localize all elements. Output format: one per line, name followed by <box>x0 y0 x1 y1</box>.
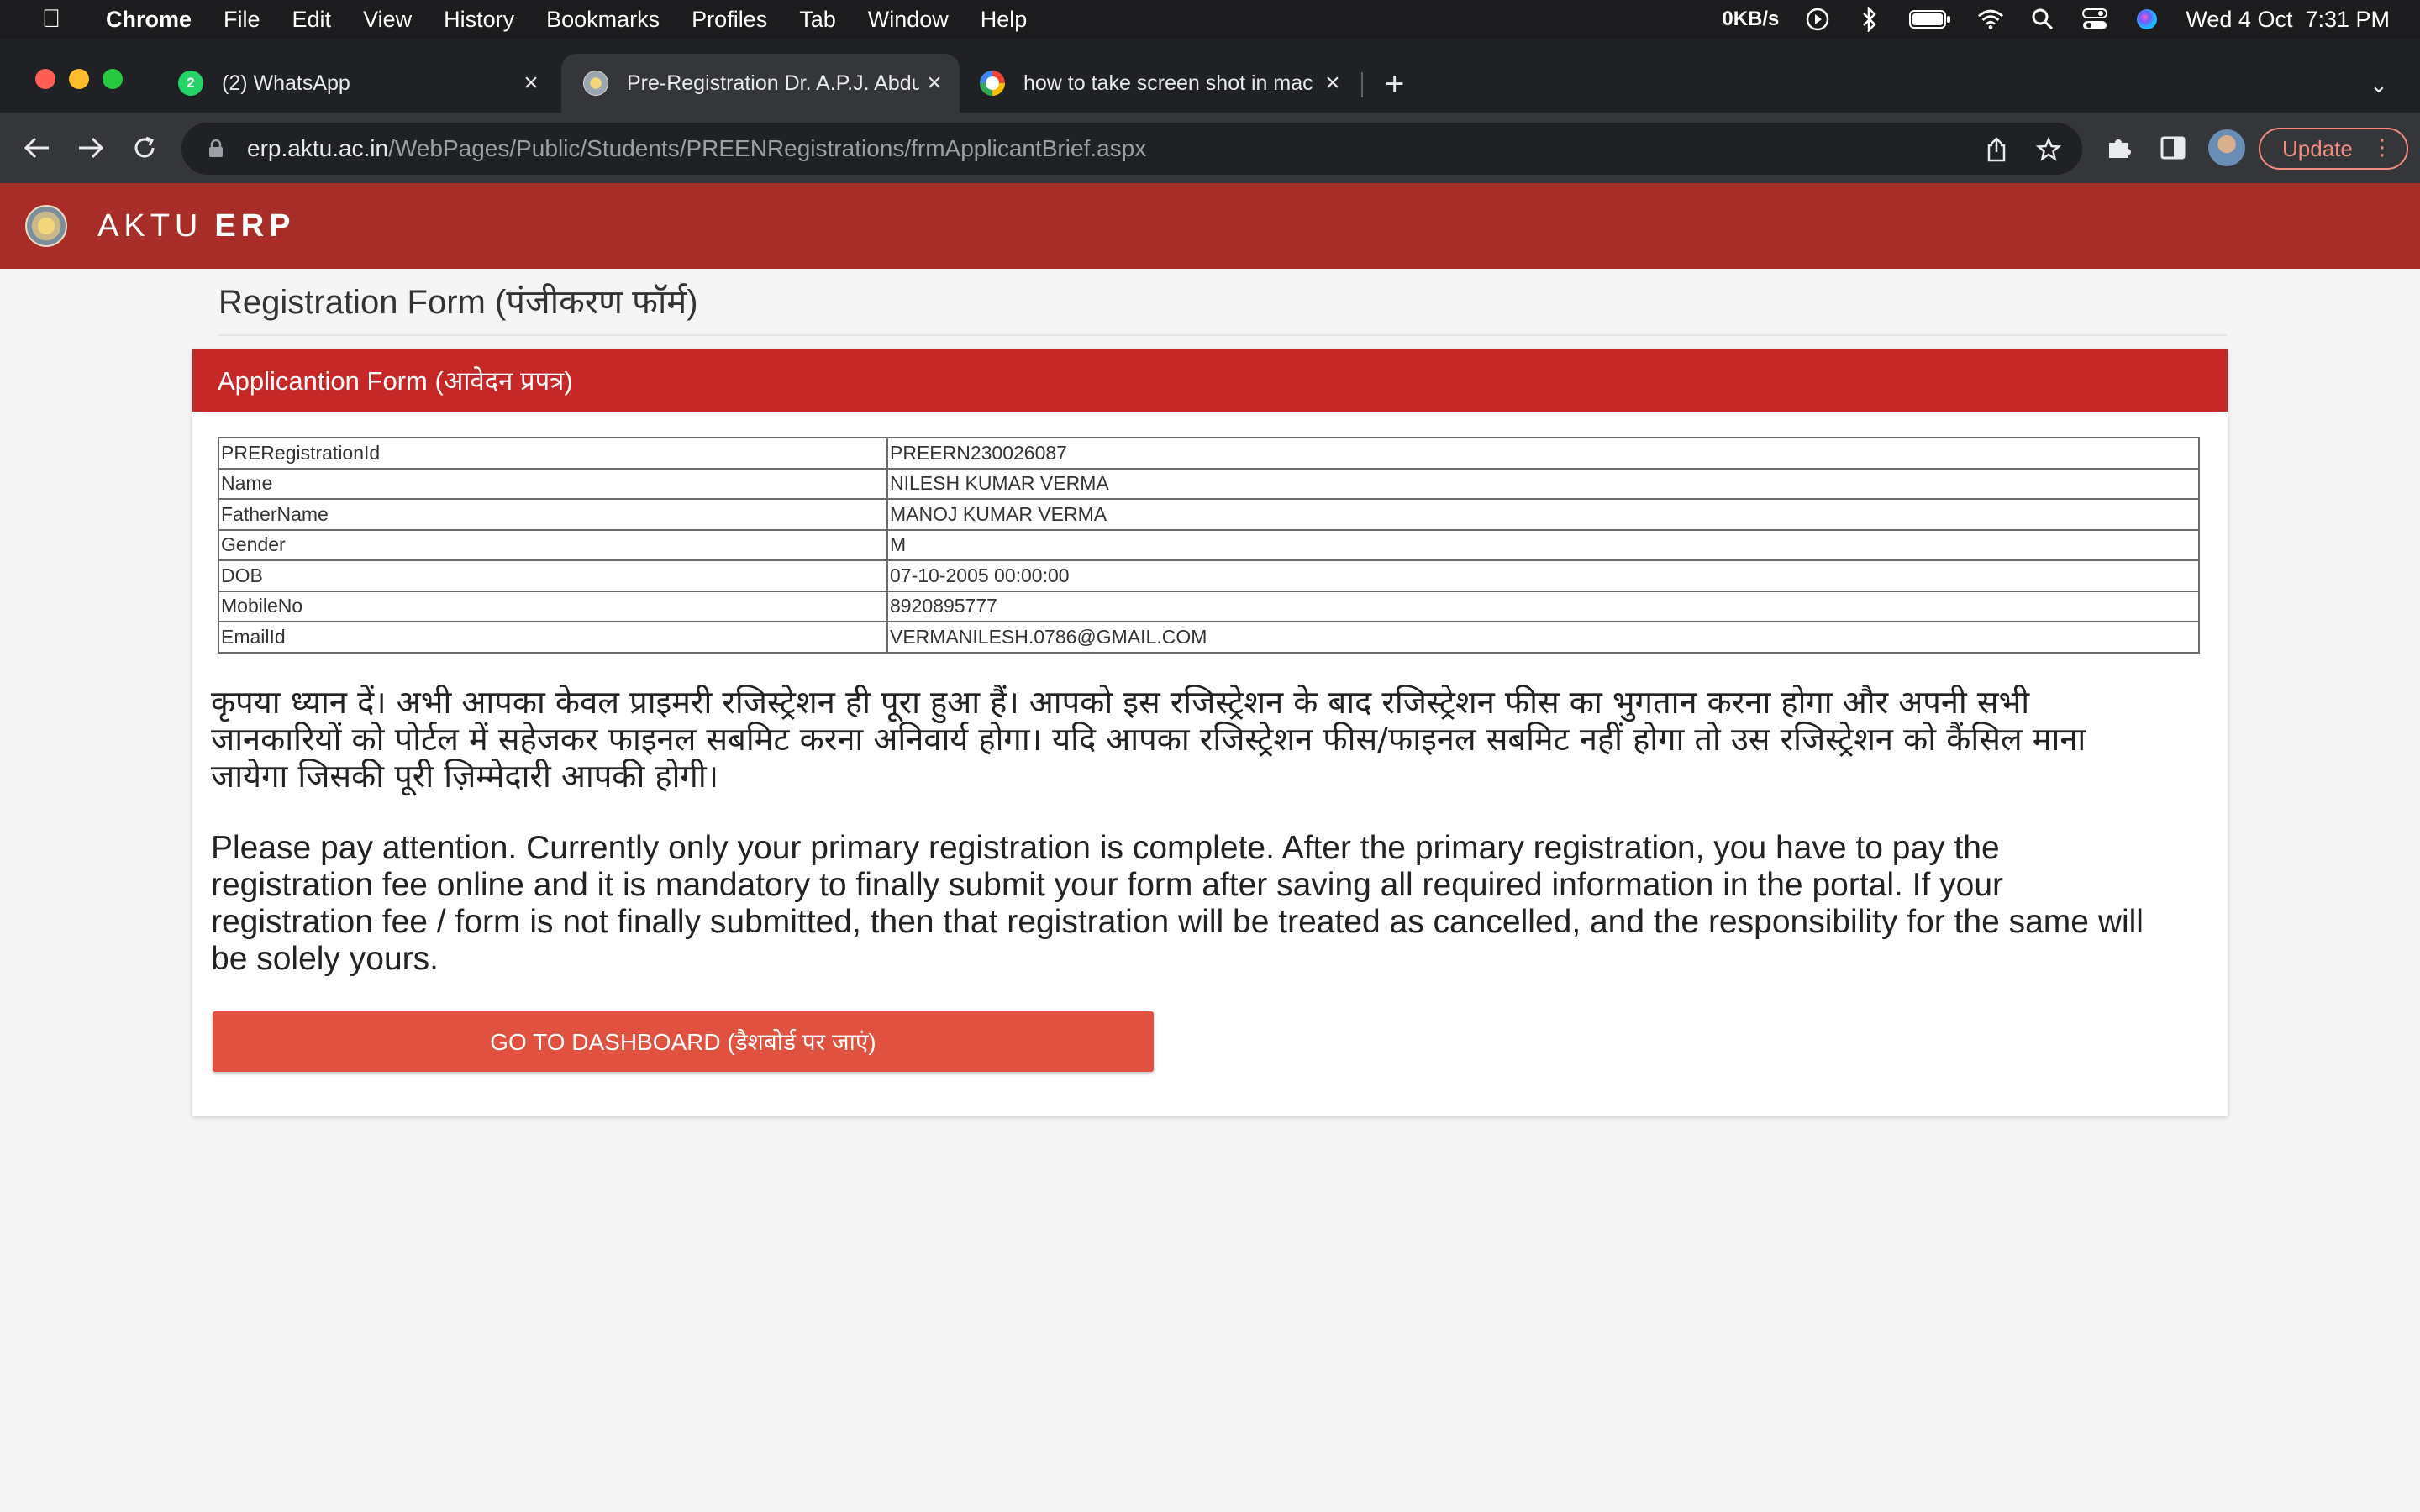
macos-menubar:  Chrome File Edit View History Bookmark… <box>0 0 2420 39</box>
window-minimize-button[interactable] <box>69 69 89 89</box>
table-row: PRERegistrationId PREERN230026087 <box>218 437 2200 470</box>
menu-window[interactable]: Window <box>868 7 949 33</box>
dashboard-button-label: GO TO DASHBOARD (डैशबोर्ड पर जाएं) <box>490 1029 876 1055</box>
lock-icon[interactable] <box>203 136 229 161</box>
notice-hindi: कृपया ध्यान दें। अभी आपका केवल प्राइमरी … <box>211 684 2086 795</box>
window-close-button[interactable] <box>35 69 55 89</box>
profile-avatar[interactable] <box>2208 129 2245 166</box>
update-button[interactable]: Update ⋮ <box>2259 128 2408 170</box>
status-area: 0KB/s Wed 4 Oct 7:31 PM <box>1722 0 2390 39</box>
notice-english: Please pay attention. Currently only you… <box>211 830 2144 977</box>
share-icon[interactable] <box>1983 136 2010 163</box>
aktu-logo[interactable] <box>25 205 67 247</box>
brand-name[interactable]: AKTU ERP <box>97 208 296 244</box>
table-row: Name NILESH KUMAR VERMA <box>218 467 2200 500</box>
field-label: EmailId <box>218 621 888 654</box>
tab-title: (2) WhatsApp <box>222 71 350 95</box>
brand-text: AKTU <box>97 207 203 244</box>
table-row: FatherName MANOJ KUMAR VERMA <box>218 498 2200 531</box>
google-icon <box>980 71 1005 96</box>
aktu-logo-icon <box>583 71 608 96</box>
menu-edit[interactable]: Edit <box>292 7 332 33</box>
field-label: DOB <box>218 559 888 592</box>
tab-close-icon[interactable]: × <box>516 69 546 97</box>
field-label: PRERegistrationId <box>218 437 888 470</box>
reload-icon[interactable] <box>126 129 163 166</box>
extensions-puzzle-icon[interactable] <box>2104 133 2134 163</box>
siri-icon[interactable] <box>2133 6 2160 33</box>
menu-profiles[interactable]: Profiles <box>692 7 767 33</box>
browser-tab-strip: 2 (2) WhatsApp × Pre-Registration Dr. A.… <box>0 39 2420 113</box>
brand-text-bold: ERP <box>214 207 296 244</box>
tab-close-icon[interactable]: × <box>919 69 950 97</box>
spotlight-search-icon[interactable] <box>2029 6 2056 33</box>
field-value: 07-10-2005 00:00:00 <box>886 559 2200 592</box>
field-value: MANOJ KUMAR VERMA <box>886 498 2200 531</box>
forward-arrow-icon[interactable] <box>72 129 109 166</box>
menu-bookmarks[interactable]: Bookmarks <box>546 7 660 33</box>
bluetooth-icon[interactable] <box>1856 6 1883 33</box>
tab-whatsapp[interactable]: 2 (2) WhatsApp × <box>156 54 556 113</box>
field-label: MobileNo <box>218 590 888 622</box>
browser-toolbar: erp.aktu.ac.in/WebPages/Public/Students/… <box>0 113 2420 183</box>
menu-help[interactable]: Help <box>981 7 1028 33</box>
update-label: Update <box>2282 135 2353 161</box>
tab-title: Pre-Registration Dr. A.P.J. Abdul <box>627 71 919 95</box>
address-bar[interactable]: erp.aktu.ac.in/WebPages/Public/Students/… <box>182 123 2082 175</box>
field-value: VERMANILESH.0786@GMAIL.COM <box>886 621 2200 654</box>
card-header: Applicantion Form (आवेदन प्रपत्र) <box>192 349 2228 412</box>
back-arrow-icon[interactable] <box>18 129 55 166</box>
aktu-erp-header: AKTU ERP <box>0 183 2420 269</box>
tab-badge: 2 <box>187 75 195 91</box>
go-to-dashboard-button[interactable]: GO TO DASHBOARD (डैशबोर्ड पर जाएं) <box>213 1011 1154 1072</box>
menu-tab[interactable]: Tab <box>799 7 836 33</box>
tab-divider <box>1361 72 1363 97</box>
whatsapp-icon: 2 <box>178 71 203 96</box>
menu-file[interactable]: File <box>224 7 260 33</box>
apple-menu-icon[interactable]:  <box>30 5 72 34</box>
menu-view[interactable]: View <box>363 7 412 33</box>
url-path: /WebPages/Public/Students/PREENRegistrat… <box>388 135 1147 161</box>
field-value: M <box>886 528 2200 561</box>
new-tab-plus-icon[interactable]: + <box>1385 67 1404 101</box>
network-speed: 0KB/s <box>1722 8 1780 30</box>
tab-title: how to take screen shot in mac <box>1023 71 1313 95</box>
play-icon[interactable] <box>1804 6 1831 33</box>
table-row: Gender M <box>218 528 2200 561</box>
tab-pre-registration[interactable]: Pre-Registration Dr. A.P.J. Abdul × <box>561 54 960 113</box>
control-center-icon[interactable] <box>2081 6 2108 33</box>
field-label: Gender <box>218 528 888 561</box>
applicant-details-table: PRERegistrationId PREERN230026087 Name NIL… <box>218 437 2200 654</box>
battery-icon[interactable] <box>1908 6 1952 33</box>
tab-close-icon[interactable]: × <box>1318 69 1348 97</box>
field-label: FatherName <box>218 498 888 531</box>
card-title: Applicantion Form (आवेदन प्रपत्र) <box>218 366 573 396</box>
wifi-icon[interactable] <box>1977 6 2004 33</box>
bookmark-star-icon[interactable] <box>2035 136 2062 163</box>
table-row: EmailId VERMANILESH.0786@GMAIL.COM <box>218 621 2200 654</box>
side-panel-icon[interactable] <box>2158 133 2188 163</box>
tab-google-search[interactable]: how to take screen shot in mac × <box>958 54 1358 113</box>
page-title: Registration Form (पंजीकरण फॉर्म) <box>218 284 698 321</box>
field-value: NILESH KUMAR VERMA <box>886 467 2200 500</box>
table-row: MobileNo 8920895777 <box>218 590 2200 622</box>
url-text[interactable]: erp.aktu.ac.in/WebPages/Public/Students/… <box>247 135 1146 162</box>
window-zoom-button[interactable] <box>103 69 123 89</box>
field-label: Name <box>218 467 888 500</box>
divider <box>218 334 2227 336</box>
field-value: PREERN230026087 <box>886 437 2200 470</box>
table-row: DOB 07-10-2005 00:00:00 <box>218 559 2200 592</box>
clock[interactable]: Wed 4 Oct 7:31 PM <box>2186 7 2390 33</box>
field-value: 8920895777 <box>886 590 2200 622</box>
menu-history[interactable]: History <box>444 7 514 33</box>
url-host: erp.aktu.ac.in <box>247 135 389 161</box>
more-menu-icon[interactable]: ⋮ <box>2371 134 2393 160</box>
application-form-card: Applicantion Form (आवेदन प्रपत्र) PREReg… <box>192 349 2228 1116</box>
tab-search-chevron-icon[interactable]: ⌄ <box>2370 72 2388 98</box>
menu-app-name[interactable]: Chrome <box>106 7 192 33</box>
